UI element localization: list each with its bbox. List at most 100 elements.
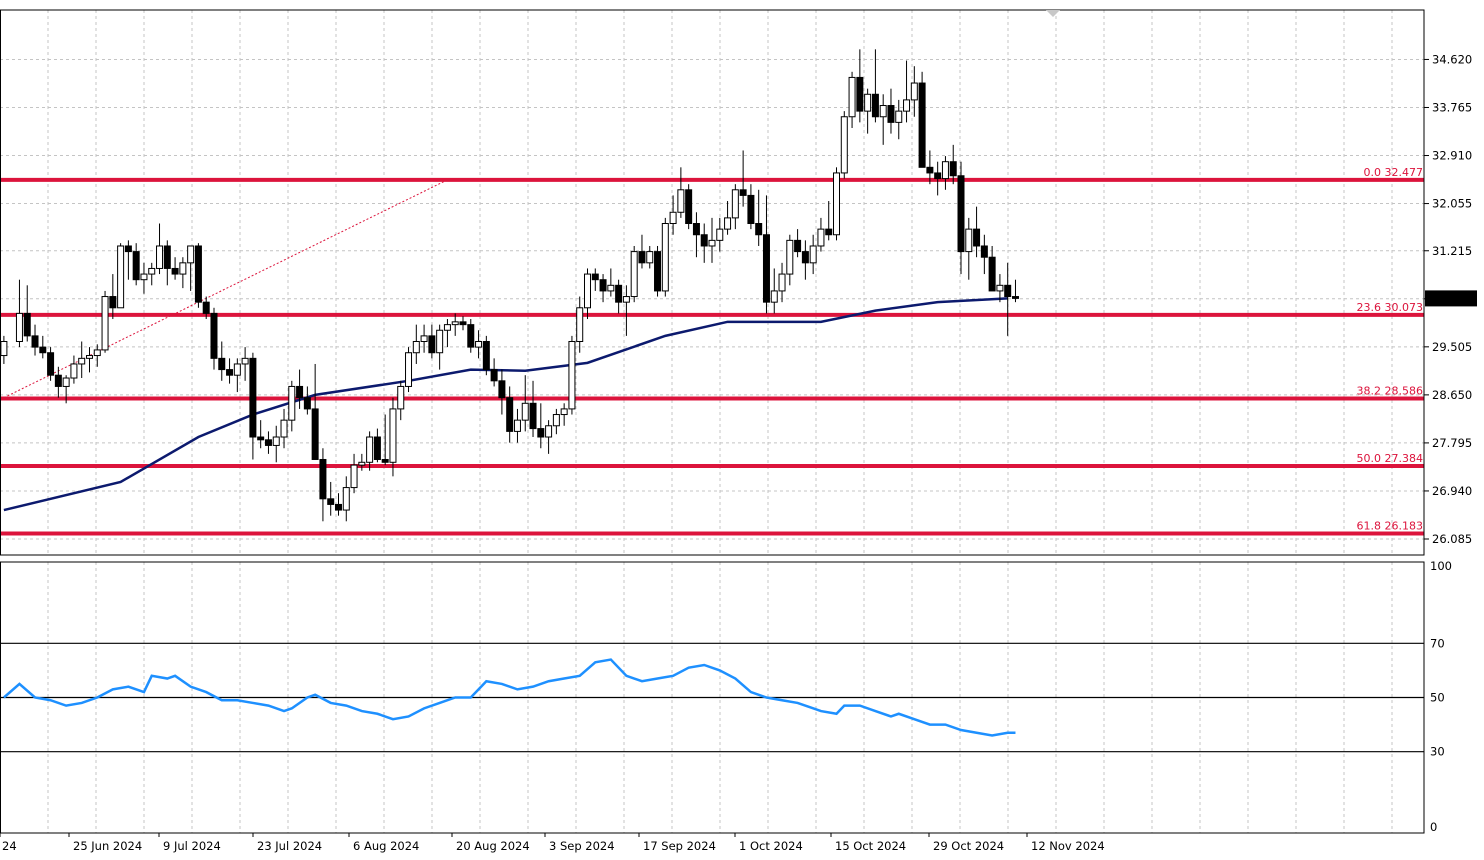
candle[interactable]: [918, 82, 926, 168]
candle[interactable]: [241, 357, 249, 365]
candle[interactable]: [568, 340, 576, 410]
candle[interactable]: [716, 228, 724, 241]
candle[interactable]: [895, 110, 903, 123]
candle[interactable]: [840, 116, 848, 174]
candle[interactable]: [334, 503, 342, 511]
candle[interactable]: [179, 262, 187, 275]
candle[interactable]: [513, 419, 521, 432]
candle[interactable]: [280, 419, 288, 438]
candle[interactable]: [342, 487, 350, 511]
candle[interactable]: [576, 307, 584, 342]
candle[interactable]: [124, 245, 132, 253]
candle[interactable]: [187, 245, 195, 264]
candle[interactable]: [62, 377, 70, 387]
candle[interactable]: [747, 194, 755, 225]
candle[interactable]: [405, 352, 413, 387]
candle[interactable]: [615, 284, 623, 303]
candle[interactable]: [436, 329, 444, 354]
candle[interactable]: [39, 346, 47, 354]
candle[interactable]: [545, 425, 553, 438]
candle[interactable]: [373, 436, 381, 460]
candle[interactable]: [303, 397, 311, 410]
candle[interactable]: [949, 161, 957, 177]
candle[interactable]: [482, 340, 490, 371]
candle[interactable]: [700, 234, 708, 247]
candle[interactable]: [420, 335, 428, 342]
candle[interactable]: [980, 245, 988, 258]
candle[interactable]: [210, 312, 218, 359]
candle[interactable]: [350, 464, 358, 489]
candle[interactable]: [521, 402, 529, 421]
candle[interactable]: [825, 228, 833, 236]
candle[interactable]: [692, 223, 700, 236]
candle[interactable]: [724, 217, 732, 230]
candle[interactable]: [490, 369, 498, 382]
candle[interactable]: [677, 189, 685, 213]
candle[interactable]: [926, 166, 934, 174]
candle[interactable]: [467, 324, 475, 348]
shift-marker-icon[interactable]: [1046, 10, 1060, 17]
candle[interactable]: [117, 245, 125, 309]
candle[interactable]: [887, 105, 895, 123]
candle[interactable]: [599, 279, 607, 292]
moving-average-line[interactable]: [3, 297, 1008, 512]
candle[interactable]: [903, 99, 911, 112]
candle[interactable]: [202, 301, 210, 314]
candle[interactable]: [996, 284, 1004, 292]
candle[interactable]: [226, 369, 234, 376]
candle[interactable]: [583, 273, 591, 309]
candle[interactable]: [794, 239, 802, 253]
candle[interactable]: [755, 223, 763, 236]
candle[interactable]: [833, 172, 841, 236]
candle[interactable]: [264, 439, 272, 446]
candle[interactable]: [638, 251, 646, 264]
candle[interactable]: [646, 251, 654, 264]
candle[interactable]: [537, 428, 545, 438]
candle[interactable]: [257, 436, 265, 441]
candle[interactable]: [327, 498, 335, 505]
candle[interactable]: [31, 335, 39, 348]
candle[interactable]: [171, 267, 179, 275]
candle[interactable]: [661, 223, 669, 292]
candle[interactable]: [47, 352, 55, 376]
candle[interactable]: [1004, 284, 1012, 298]
candle[interactable]: [148, 267, 156, 275]
candle[interactable]: [23, 312, 31, 337]
candle[interactable]: [296, 385, 304, 399]
candle[interactable]: [311, 408, 319, 460]
candle[interactable]: [132, 251, 140, 281]
candle[interactable]: [848, 76, 856, 118]
candle[interactable]: [856, 76, 864, 112]
candle[interactable]: [498, 380, 506, 399]
candle[interactable]: [941, 161, 949, 180]
candle[interactable]: [366, 436, 374, 463]
candle[interactable]: [78, 357, 86, 365]
candle[interactable]: [233, 363, 241, 376]
candle[interactable]: [778, 273, 786, 292]
candle[interactable]: [786, 239, 794, 275]
candle[interactable]: [654, 251, 662, 292]
candle[interactable]: [443, 324, 451, 331]
candle[interactable]: [140, 273, 148, 281]
candle[interactable]: [109, 296, 117, 309]
candle[interactable]: [156, 245, 164, 269]
candle[interactable]: [685, 189, 693, 225]
candle[interactable]: [381, 458, 389, 463]
candle[interactable]: [163, 245, 171, 269]
candle[interactable]: [272, 436, 280, 446]
candle[interactable]: [85, 355, 93, 359]
candle[interactable]: [669, 211, 677, 225]
candle[interactable]: [910, 82, 918, 101]
candle[interactable]: [552, 414, 560, 427]
candle[interactable]: [708, 239, 716, 247]
candle[interactable]: [622, 296, 630, 303]
candle[interactable]: [957, 175, 965, 253]
candle[interactable]: [762, 234, 770, 303]
candle[interactable]: [630, 251, 638, 298]
candle[interactable]: [93, 349, 101, 357]
candle[interactable]: [0, 340, 8, 357]
candle[interactable]: [934, 172, 942, 180]
candle[interactable]: [591, 273, 599, 281]
candle[interactable]: [965, 228, 973, 253]
candle[interactable]: [1011, 296, 1019, 299]
